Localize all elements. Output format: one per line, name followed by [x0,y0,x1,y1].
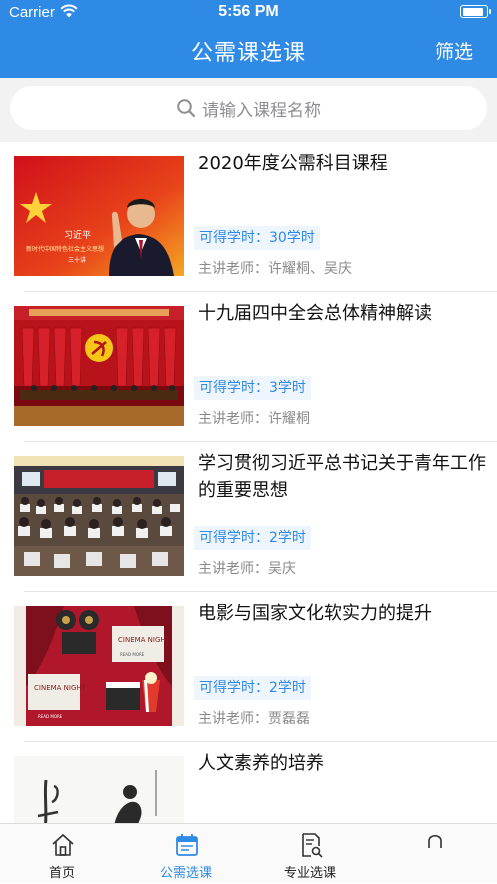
course-teacher: 主讲老师：吴庆 [198,561,296,577]
course-hours-badge: 可得学时：2学时 [194,526,311,550]
document-search-icon [302,833,323,858]
course-title: 十九届四中全会总体精神解读 [198,303,432,324]
course-hours-badge: 可得学时：2学时 [194,676,311,700]
tab-home[interactable]: 首页 [0,824,124,884]
user-icon [428,834,442,848]
search-placeholder: 请输入课程名称 [202,100,321,121]
cinema-sign-bottom-sub: READ MORE [38,714,63,719]
course-thumbnail-image [14,756,184,823]
course-thumbnail [14,756,184,823]
tab-profile[interactable] [372,824,496,884]
tab-label: 首页 [48,866,75,881]
cinema-sign-top: CINEMA NIGHT [118,636,171,644]
home-icon [52,834,74,856]
course-item[interactable]: 人文素养的培养 [0,742,497,823]
course-title: 电影与国家文化软实力的提升 [198,603,432,624]
cinema-sign-top-sub: READ MORE [120,652,145,657]
course-title: 人文素养的培养 [198,753,324,774]
page-title: 公需课选课 [190,41,306,66]
thumb-subtitle2-text: 三十讲 [68,256,86,264]
calendar-icon [176,834,198,856]
course-thumbnail-image [14,456,184,576]
tab-public-courses[interactable]: 公需选课 [124,824,248,884]
tab-bar: 首页 公需选课 专业选课 [0,823,497,883]
course-thumbnail-image [14,306,184,426]
course-item[interactable]: 十九届四中全会总体精神解读 可得学时：3学时 主讲老师：许耀桐 [0,292,497,442]
course-teacher: 主讲老师：贾磊磊 [198,711,310,727]
search-input[interactable]: 请输入课程名称 [10,86,487,130]
search-bar: 请输入课程名称 [0,78,497,142]
app-header: Carrier 5:56 PM 公需课选课 筛选 [0,0,497,78]
tab-label: 专业选课 [283,866,336,881]
cinema-sign-bottom: CINEMA NIGHT [34,684,87,692]
thumb-name-text: 习近平 [64,229,91,241]
course-hours-badge: 可得学时：3学时 [194,376,311,400]
filter-button[interactable]: 筛选 [435,37,473,64]
course-item[interactable]: 学习贯彻习近平总书记关于青年工作的重要思想 可得学时：2学时 主讲老师：吴庆 [0,442,497,592]
status-bar: Carrier 5:56 PM [0,0,497,26]
course-list[interactable]: 习近平 新时代中国特色社会主义思想 三十讲 2020年度公需科目课程 可得学时：… [0,142,497,823]
course-teacher: 主讲老师：许耀桐 [198,411,310,427]
course-thumbnail-image: CINEMA NIGHT READ MORE CINEMA NIGHT READ… [14,606,184,726]
course-title: 学习贯彻习近平总书记关于青年工作的重要思想 [198,453,486,501]
course-thumbnail: CINEMA NIGHT READ MORE CINEMA NIGHT READ… [14,606,184,726]
course-thumbnail [14,306,184,426]
thumb-subtitle-text: 新时代中国特色社会主义思想 [26,245,104,253]
tab-professional-courses[interactable]: 专业选课 [248,824,372,884]
course-thumbnail [14,456,184,576]
battery-icon [460,5,491,18]
course-hours-badge: 可得学时：30学时 [194,226,320,250]
tab-label: 公需选课 [159,866,212,881]
status-time: 5:56 PM [218,3,279,20]
course-item[interactable]: 习近平 新时代中国特色社会主义思想 三十讲 2020年度公需科目课程 可得学时：… [0,142,497,292]
course-item[interactable]: CINEMA NIGHT READ MORE CINEMA NIGHT READ… [0,592,497,742]
course-teacher: 主讲老师：许耀桐、吴庆 [198,261,352,277]
course-title: 2020年度公需科目课程 [198,153,388,174]
search-icon [177,99,196,118]
course-thumbnail-image: 习近平 新时代中国特色社会主义思想 三十讲 [14,156,184,276]
course-thumbnail: 习近平 新时代中国特色社会主义思想 三十讲 [14,156,184,276]
